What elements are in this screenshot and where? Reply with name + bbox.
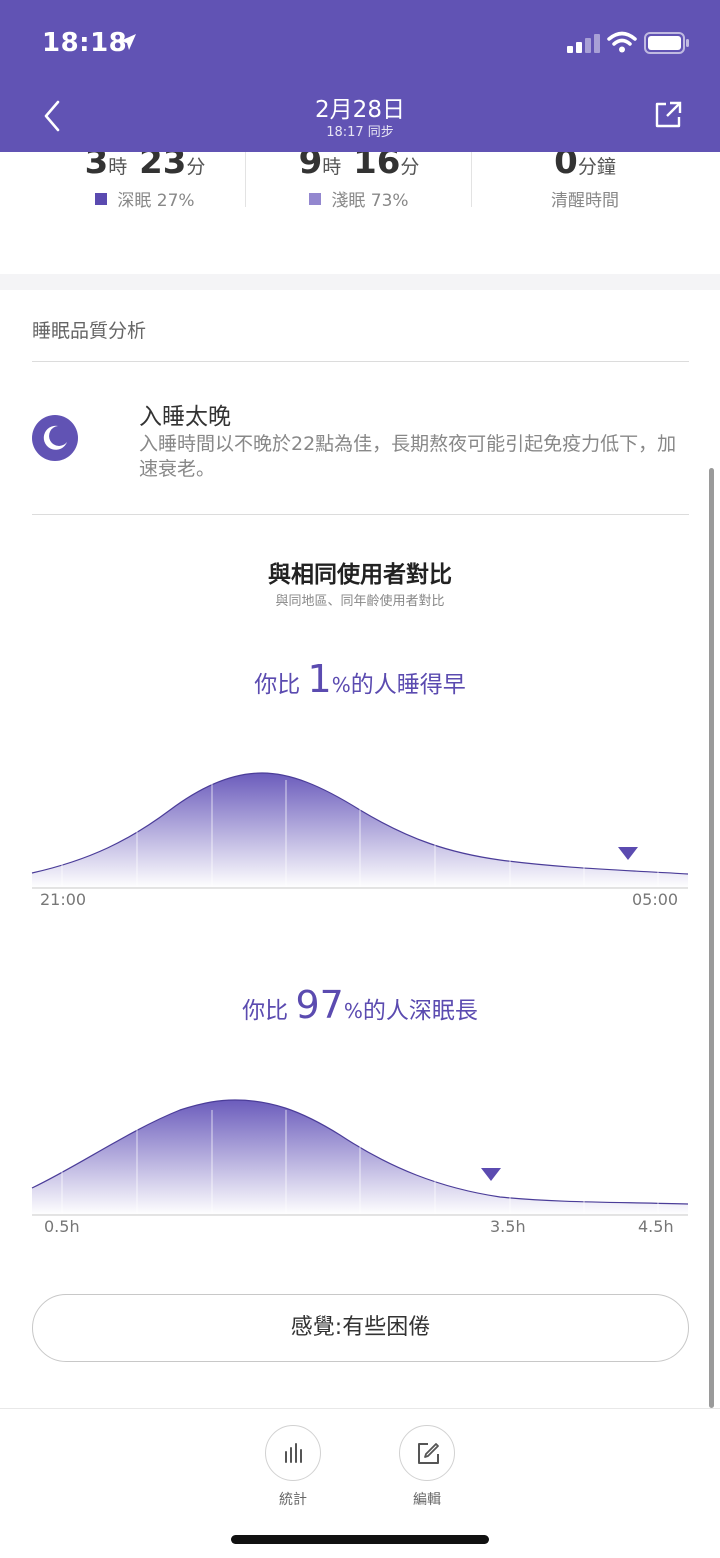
bar-chart-icon bbox=[285, 1443, 302, 1463]
bedtime-comparison-text: 你比 1%的人睡得早 bbox=[254, 657, 466, 701]
stats-label: 統計 bbox=[279, 1492, 307, 1508]
battery-icon bbox=[644, 32, 689, 54]
comparison-subtitle: 與同地區、同年齡使用者對比 bbox=[275, 594, 445, 609]
deep-sleep-distribution-chart bbox=[31, 1099, 689, 1216]
app-header: 18:18 2月28日 18:17 同步 bbox=[0, 0, 720, 152]
sync-time: 18:17 同步 bbox=[326, 125, 394, 140]
edit-button[interactable] bbox=[399, 1425, 455, 1481]
scrollbar[interactable] bbox=[709, 468, 714, 1408]
x-axis-start: 21:00 bbox=[40, 890, 87, 909]
section-title: 睡眠品質分析 bbox=[32, 320, 147, 342]
moon-icon bbox=[32, 415, 78, 461]
date-title: 2月28日 bbox=[315, 97, 405, 123]
bedtime-percent: 1 bbox=[307, 657, 332, 701]
tip-title: 入睡太晚 bbox=[139, 404, 231, 430]
bottom-toolbar: 統計 編輯 bbox=[0, 1408, 720, 1558]
edit-label: 編輯 bbox=[413, 1492, 441, 1508]
x-axis-label: 0.5h bbox=[44, 1217, 80, 1236]
edit-icon bbox=[418, 1443, 439, 1464]
x-axis-label: 3.5h bbox=[490, 1217, 526, 1236]
stats-button[interactable] bbox=[265, 1425, 321, 1481]
tip-body: 入睡時間以不晚於22點為佳，長期熬夜可能引起免疫力低下，加速衰老。 bbox=[139, 433, 677, 480]
deep-sleep-legend-square bbox=[95, 193, 108, 205]
share-icon[interactable] bbox=[652, 99, 684, 131]
bedtime-distribution-chart bbox=[31, 772, 689, 889]
user-position-marker bbox=[618, 847, 638, 860]
awake-summary: 0分鐘 清醒時間 bbox=[551, 152, 619, 211]
section-separator bbox=[0, 274, 720, 290]
deep-sleep-summary: 3時 23分 深眠 27% bbox=[84, 152, 206, 211]
deep-sleep-percent: 97 bbox=[295, 983, 344, 1027]
wifi-icon bbox=[607, 31, 637, 53]
location-arrow-icon bbox=[120, 34, 136, 50]
light-sleep-legend-square bbox=[309, 193, 322, 205]
comparison-title: 與相同使用者對比 bbox=[268, 562, 452, 588]
home-indicator[interactable] bbox=[231, 1535, 489, 1544]
x-axis-label: 4.5h bbox=[638, 1217, 674, 1236]
status-time: 18:18 bbox=[42, 28, 128, 58]
x-axis-end: 05:00 bbox=[632, 890, 679, 909]
feeling-button[interactable]: 感覺:有些困倦 bbox=[32, 1294, 689, 1362]
deep-sleep-comparison-text: 你比 97%的人深眠長 bbox=[242, 983, 478, 1027]
light-sleep-summary: 9時 16分 淺眠 73% bbox=[298, 152, 420, 211]
user-position-marker bbox=[481, 1168, 501, 1181]
sleep-summary: 3時 23分 深眠 27% 9時 16分 淺眠 73% 0分鐘 清醒時間 bbox=[0, 152, 720, 274]
summary-divider bbox=[245, 152, 246, 207]
divider bbox=[32, 361, 689, 362]
cellular-signal-icon bbox=[567, 34, 600, 53]
summary-divider bbox=[471, 152, 472, 207]
divider bbox=[32, 514, 689, 515]
